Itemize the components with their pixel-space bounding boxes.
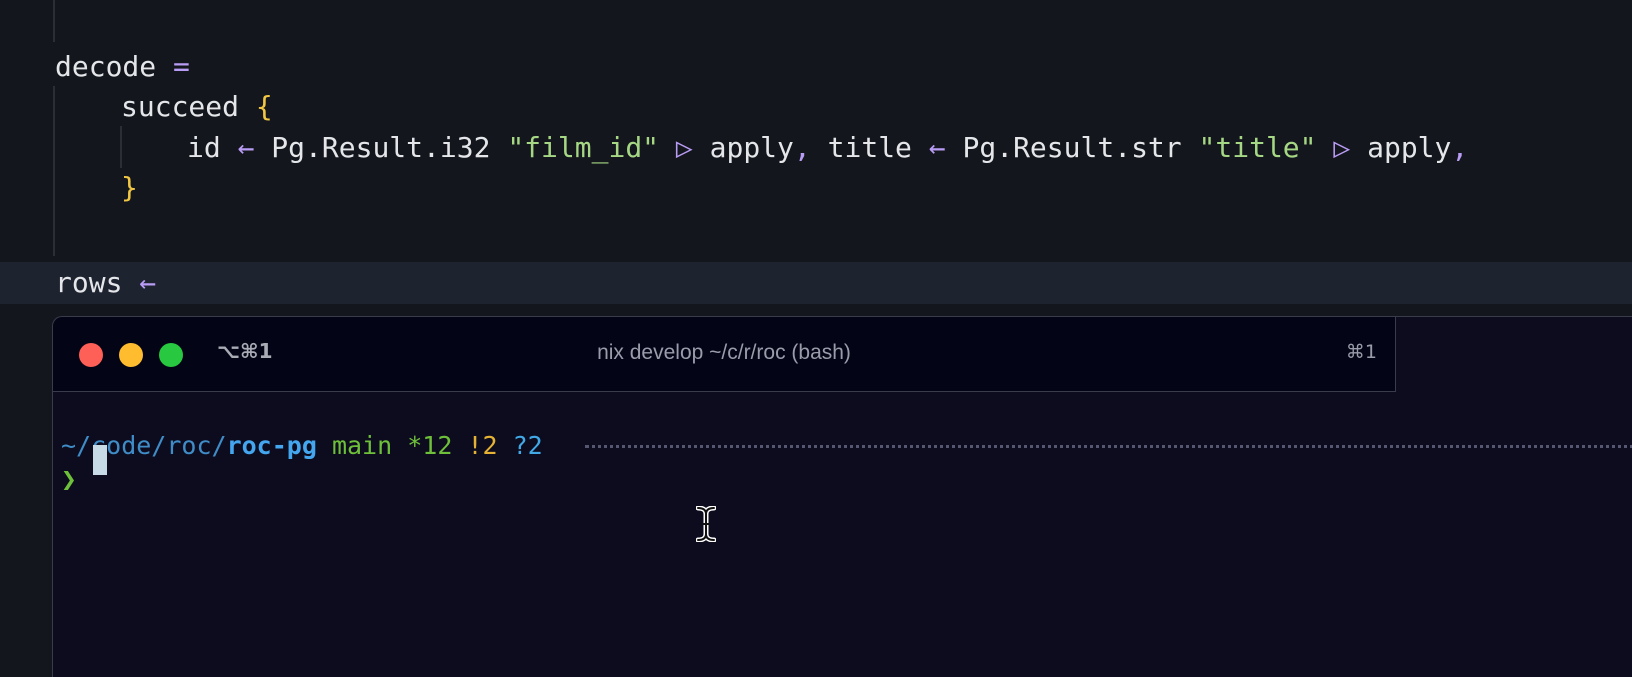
code-line-close-brace[interactable]: } xyxy=(121,167,138,209)
git-modified-count: !2 xyxy=(467,431,498,460)
git-branch: main xyxy=(331,431,393,460)
operator: = xyxy=(173,50,190,83)
pipe-operator: ▷ xyxy=(675,131,693,164)
code-line-rows[interactable]: rows ← xyxy=(55,262,156,304)
shell-prompt-status: ~/code/roc/roc-pg main *12 !2 ?2 xyxy=(61,429,543,463)
identifier: decode xyxy=(55,50,157,83)
git-dirty-count: *12 xyxy=(407,431,453,460)
function-call: Pg.Result.str xyxy=(962,131,1182,164)
ibeam-cursor-icon xyxy=(696,506,716,542)
string-literal: "title" xyxy=(1198,131,1317,164)
prompt-chevron-icon: ❯ xyxy=(61,465,77,495)
indent-guide xyxy=(53,0,55,42)
indent-guide xyxy=(120,126,122,168)
comma: , xyxy=(793,131,811,164)
code-line-succeed[interactable]: succeed { xyxy=(121,86,273,128)
comma: , xyxy=(1451,131,1469,164)
function-call: apply xyxy=(1367,131,1452,164)
pipe-operator: ▷ xyxy=(1333,131,1351,164)
field-title: title xyxy=(827,131,912,164)
path-prefix: ~/code/roc/ xyxy=(61,431,227,460)
arrow-operator: ← xyxy=(928,131,946,164)
brace-open: { xyxy=(255,90,273,123)
indent-guide xyxy=(53,86,55,256)
code-line-decode[interactable]: decode = xyxy=(55,46,190,88)
text-cursor[interactable] xyxy=(93,445,107,475)
arrow-operator: ← xyxy=(139,266,157,299)
code-line-record[interactable]: id ← Pg.Result.i32 "film_id" ▷ apply, ti… xyxy=(187,127,1468,169)
path-current-dir: roc-pg xyxy=(226,431,317,460)
terminal-tab-bar[interactable]: ⌥⌘1 nix develop ~/c/r/roc (bash) ⌘1 xyxy=(53,317,1396,392)
function-call: apply xyxy=(709,131,794,164)
string-literal: "film_id" xyxy=(507,131,660,164)
tab-shortcut-label: ⌘1 xyxy=(1345,341,1377,363)
prompt-filler-dots xyxy=(585,445,1632,448)
field-id: id xyxy=(187,131,221,164)
current-line-highlight xyxy=(0,262,1632,304)
git-untracked-count: ?2 xyxy=(512,431,543,460)
brace-close: } xyxy=(121,171,138,204)
identifier: succeed xyxy=(121,90,240,123)
terminal-window[interactable]: ⌥⌘1 nix develop ~/c/r/roc (bash) ⌘1 ~/co… xyxy=(52,316,1632,677)
arrow-operator: ← xyxy=(237,131,255,164)
function-call: Pg.Result.i32 xyxy=(271,131,491,164)
identifier: rows xyxy=(55,266,123,299)
terminal-tab-title[interactable]: nix develop ~/c/r/roc (bash) xyxy=(53,341,1395,365)
